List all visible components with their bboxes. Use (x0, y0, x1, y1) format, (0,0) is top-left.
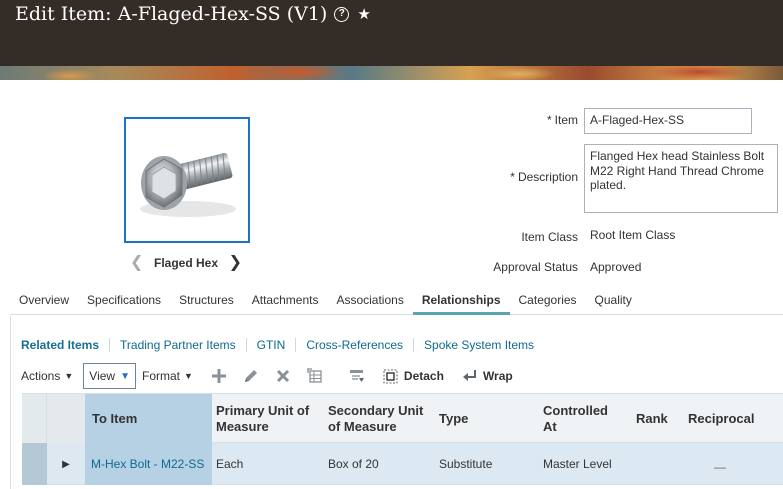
column-header-controlled-at[interactable]: Controlled At (543, 394, 623, 443)
actions-menu-label: Actions (21, 369, 61, 383)
description-field[interactable]: Flanged Hex head Stainless Bolt M22 Righ… (584, 144, 778, 213)
page-title-bar: Edit Item: A-Flaged-Hex-SS (V1) ? ★ (15, 3, 371, 25)
item-label-row: * Item (500, 113, 578, 127)
item-class-label: Item Class (521, 230, 578, 244)
favorite-star-icon[interactable]: ★ (357, 5, 370, 23)
page-title: Edit Item: A-Flaged-Hex-SS (V1) (15, 3, 328, 25)
query-filter-icon[interactable] (345, 365, 369, 387)
column-header-rank[interactable]: Rank (636, 394, 680, 443)
cell-secondary-uom: Box of 20 (328, 457, 379, 471)
required-marker: * (546, 113, 552, 127)
bolt-image (126, 119, 248, 241)
format-menu-label: Format (141, 369, 180, 383)
column-header-secondary-uom[interactable]: Secondary Unit of Measure (328, 394, 434, 443)
image-caption: Flaged Hex (153, 256, 219, 270)
description-textarea[interactable]: Flanged Hex head Stainless Bolt M22 Righ… (590, 149, 772, 210)
cell-type: Substitute (439, 457, 493, 471)
relationships-panel: Related Items Trading Partner Items GTIN… (10, 316, 783, 489)
detach-icon (383, 369, 398, 383)
item-image[interactable] (124, 117, 250, 243)
previous-image-icon[interactable]: ❮ (130, 254, 143, 272)
next-image-icon[interactable]: ❯ (229, 254, 242, 272)
tab-associations[interactable]: Associations (327, 288, 412, 315)
row-selector-header (22, 394, 47, 443)
subtab-cross-references[interactable]: Cross-References (295, 338, 413, 352)
subtab-spoke-system-items[interactable]: Spoke System Items (413, 338, 544, 352)
help-icon[interactable]: ? (334, 6, 350, 22)
format-menu[interactable]: Format ▼ (142, 369, 193, 383)
item-field[interactable]: A-Flaged-Hex-SS (584, 108, 752, 134)
row-selector[interactable] (22, 443, 47, 485)
view-menu-label: View (89, 369, 116, 383)
approval-status-label: Approval Status (493, 260, 578, 274)
cell-rank (636, 443, 680, 485)
description-label-row: * Description (480, 170, 578, 184)
table-header: To Item Primary Unit of Measure Secondar… (22, 393, 783, 443)
cell-to-item[interactable]: M-Hex Bolt - M22-SS (85, 443, 212, 485)
edit-pencil-icon[interactable] (239, 365, 263, 387)
wrap-icon (462, 370, 476, 381)
chevron-down-icon: ▼ (120, 370, 130, 382)
column-header-reciprocal[interactable]: Reciprocal (688, 394, 778, 443)
tab-attachments[interactable]: Attachments (243, 288, 328, 315)
wrap-button[interactable]: Wrap (462, 369, 513, 383)
subtab-gtin[interactable]: GTIN (245, 338, 296, 352)
row-expand-toggle[interactable]: ▶ (47, 443, 85, 485)
item-label: Item (554, 113, 578, 127)
tab-relationships[interactable]: Relationships (412, 288, 510, 315)
chevron-down-icon: ▼ (64, 371, 74, 381)
chevron-down-icon: ▼ (184, 371, 193, 381)
expand-column-header (47, 394, 85, 443)
tab-quality[interactable]: Quality (586, 288, 641, 315)
detach-button[interactable]: Detach (383, 369, 444, 384)
tab-structures[interactable]: Structures (170, 288, 243, 315)
image-navigator: ❮ Flaged Hex ❯ (130, 254, 242, 272)
wrap-label: Wrap (482, 369, 513, 383)
column-header-primary-uom[interactable]: Primary Unit of Measure (216, 394, 324, 443)
item-class-value: Root Item Class (590, 228, 676, 242)
approval-status-value: Approved (590, 260, 642, 274)
view-menu[interactable]: View ▼ (83, 363, 136, 389)
actions-menu[interactable]: Actions ▼ (21, 369, 73, 383)
relationship-subtabs: Related Items Trading Partner Items GTIN… (21, 338, 544, 352)
tab-categories[interactable]: Categories (510, 288, 586, 315)
table-grid-icon[interactable] (303, 365, 327, 387)
cell-reciprocal: — (714, 460, 726, 474)
tab-specifications[interactable]: Specifications (78, 288, 170, 315)
required-marker: * (510, 170, 515, 184)
subtab-trading-partner-items[interactable]: Trading Partner Items (109, 338, 246, 352)
add-icon[interactable] (207, 365, 231, 387)
table-toolbar: Actions ▼ View ▼ Format ▼ Detach Wrap (21, 363, 513, 389)
subtab-related-items[interactable]: Related Items (21, 338, 109, 352)
delete-x-icon[interactable] (271, 365, 295, 387)
detach-label: Detach (403, 369, 444, 383)
decorative-banner (0, 66, 783, 80)
item-tabs: Overview Specifications Structures Attac… (10, 288, 783, 315)
column-header-to-item[interactable]: To Item (85, 394, 212, 443)
description-label: Description (517, 170, 578, 184)
tab-overview[interactable]: Overview (10, 288, 78, 315)
expand-row-icon: ▶ (62, 458, 70, 470)
column-header-type[interactable]: Type (439, 394, 529, 443)
cell-controlled-at: Master Level (543, 457, 612, 471)
item-input-value: A-Flaged-Hex-SS (590, 113, 685, 127)
cell-primary-uom: Each (216, 457, 244, 471)
page-header: Edit Item: A-Flaged-Hex-SS (V1) ? ★ (0, 0, 783, 66)
table-row[interactable]: ▶ M-Hex Bolt - M22-SS Each Box of 20 Sub… (22, 443, 783, 485)
